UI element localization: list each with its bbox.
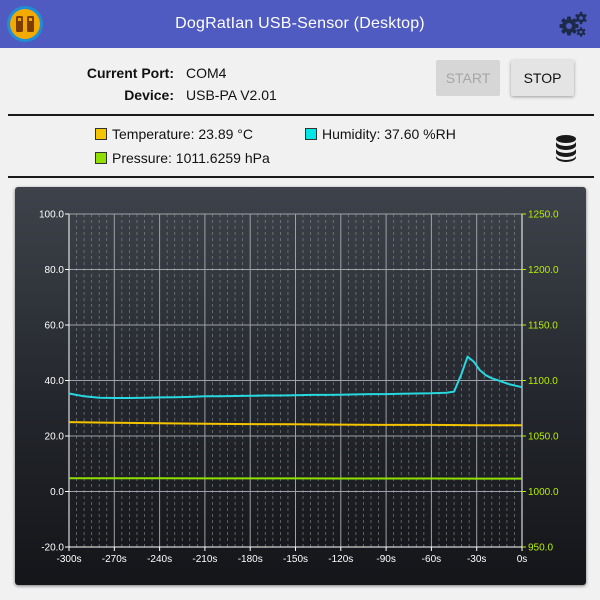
temperature-swatch bbox=[95, 128, 107, 140]
divider bbox=[8, 176, 594, 178]
x-tick-label: -60s bbox=[422, 554, 441, 565]
y-left-tick-label: 80.0 bbox=[45, 265, 65, 276]
y-right-tick-label: 1200.0 bbox=[528, 265, 559, 276]
pressure-swatch bbox=[95, 152, 107, 164]
x-tick-label: -120s bbox=[328, 554, 353, 565]
y-right-tick-label: 1050.0 bbox=[528, 432, 559, 443]
app-window: DogRatIan USB-Sensor (Desktop) Current P… bbox=[0, 0, 600, 600]
y-right-tick-label: 1150.0 bbox=[528, 321, 558, 332]
x-tick-label: -180s bbox=[238, 554, 263, 565]
chart-canvas: 100.0 80.0 60.0 40.0 20.0 0.0 -20.0 1250.0 1200.… bbox=[39, 210, 559, 566]
y-right-tick-label: 1250.0 bbox=[528, 210, 559, 221]
stop-button[interactable]: STOP bbox=[511, 60, 574, 96]
x-tick-label: -150s bbox=[283, 554, 308, 565]
y-right-tick-label: 1000.0 bbox=[528, 487, 559, 498]
sensor-chart: 100.0 80.0 60.0 40.0 20.0 0.0 -20.0 1250.0 1200.… bbox=[15, 187, 586, 585]
gears-icon bbox=[559, 11, 587, 37]
temperature-text: Temperature: 23.89 °C bbox=[112, 126, 254, 142]
y-left-tick-label: 60.0 bbox=[45, 321, 65, 332]
y-left-tick-label: 100.0 bbox=[39, 210, 64, 221]
device-info-panel: Current Port: COM4 Device: USB-PA V2.01 … bbox=[0, 48, 600, 116]
device-label: Device: bbox=[124, 87, 174, 103]
current-port-label: Current Port: bbox=[86, 65, 174, 81]
current-port-value: COM4 bbox=[186, 65, 227, 81]
title-bar: DogRatIan USB-Sensor (Desktop) bbox=[0, 0, 600, 48]
y-left-tick-label: 0.0 bbox=[50, 487, 64, 498]
y-right-tick-label: 1100.0 bbox=[528, 376, 558, 387]
y-right-tick-label: 950.0 bbox=[528, 543, 553, 554]
y-left-tick-label: 20.0 bbox=[45, 432, 65, 443]
database-icon bbox=[556, 135, 576, 162]
y-left-tick-label: 40.0 bbox=[45, 376, 65, 387]
humidity-swatch bbox=[305, 128, 317, 140]
settings-button[interactable] bbox=[558, 9, 590, 39]
x-tick-label: -30s bbox=[467, 554, 486, 565]
window-title: DogRatIan USB-Sensor (Desktop) bbox=[175, 15, 425, 32]
y-left-tick-label: -20.0 bbox=[41, 543, 64, 554]
humidity-text: Humidity: 37.60 %RH bbox=[322, 126, 456, 142]
x-tick-label: -210s bbox=[192, 554, 217, 565]
pressure-text: Pressure: 1011.6259 hPa bbox=[112, 150, 270, 166]
x-tick-label: -270s bbox=[102, 554, 127, 565]
device-value: USB-PA V2.01 bbox=[186, 87, 277, 103]
x-tick-label: -90s bbox=[376, 554, 395, 565]
x-tick-label: 0s bbox=[517, 554, 528, 565]
start-button[interactable]: START bbox=[436, 60, 500, 96]
data-log-button[interactable] bbox=[553, 134, 579, 162]
x-tick-label: -240s bbox=[147, 554, 172, 565]
divider bbox=[8, 114, 594, 116]
x-tick-label: -300s bbox=[56, 554, 81, 565]
